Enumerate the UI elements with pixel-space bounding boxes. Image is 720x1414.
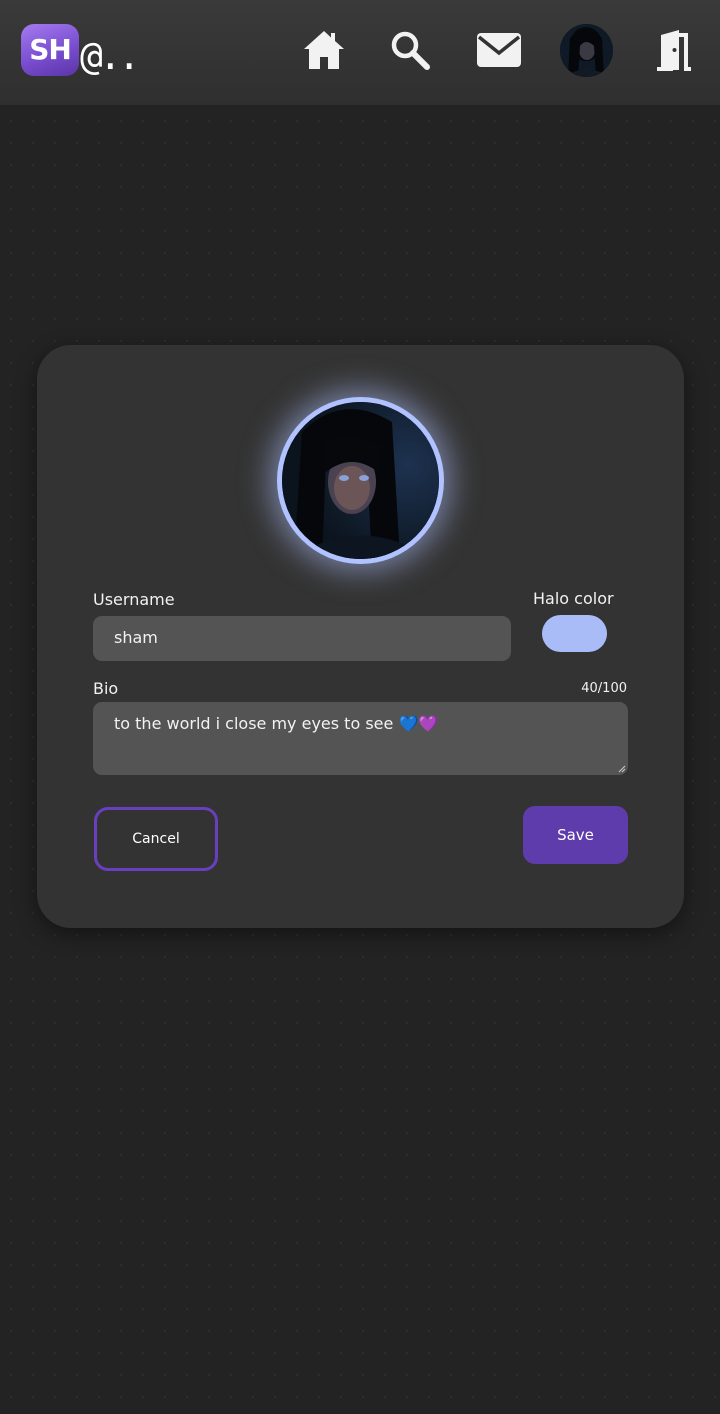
profile-avatar[interactable]: [560, 24, 613, 77]
resize-grip-icon[interactable]: [618, 765, 626, 773]
bio-char-counter: 40/100: [581, 681, 627, 696]
halo-color-picker[interactable]: [542, 615, 607, 652]
cancel-button[interactable]: Cancel: [94, 807, 218, 871]
bio-label: Bio: [93, 679, 119, 698]
username-input[interactable]: sham: [93, 616, 511, 661]
halo-color-label: Halo color: [533, 589, 614, 608]
save-button[interactable]: Save: [523, 806, 628, 864]
bio-textarea[interactable]: to the world i close my eyes to see 💙💜: [93, 702, 628, 775]
messages-button[interactable]: [473, 24, 525, 76]
avatar-image: [560, 24, 613, 77]
profile-picture-halo[interactable]: [282, 402, 439, 559]
profile-picture: [282, 402, 439, 559]
home-button[interactable]: [298, 24, 350, 76]
bio-text: to the world i close my eyes to see 💙💜: [114, 714, 439, 733]
home-icon: [304, 31, 344, 69]
logout-door-icon: [657, 30, 691, 71]
top-nav-bar: SH @..: [0, 0, 720, 105]
search-button[interactable]: [384, 24, 436, 76]
logo-handle-text: @..: [80, 34, 141, 78]
logout-button[interactable]: [649, 24, 701, 76]
edit-profile-card: Username sham Halo color Bio 40/100 to t…: [37, 345, 684, 928]
mail-icon: [477, 33, 521, 67]
username-label: Username: [93, 590, 175, 609]
app-logo[interactable]: SH: [21, 24, 79, 76]
search-icon: [391, 31, 430, 70]
